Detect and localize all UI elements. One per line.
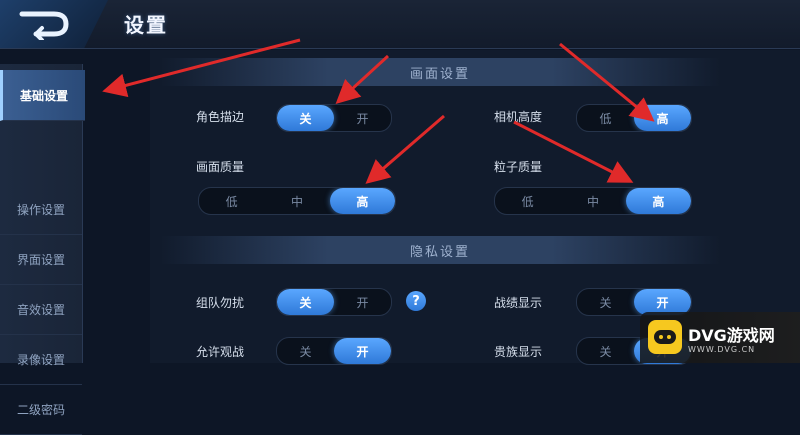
quality-option-mid[interactable]: 中 <box>264 188 329 214</box>
record-option-off[interactable]: 关 <box>577 289 634 315</box>
sidebar-item-secondary-password[interactable]: 二级密码 <box>0 384 82 435</box>
watermark-brand: DVG游戏网 <box>688 326 775 345</box>
allow-watch-label: 允许观战 <box>196 345 245 359</box>
record-display-label: 战绩显示 <box>494 296 543 310</box>
section-header-display: 画面设置 <box>160 58 720 86</box>
top-bar: 设置 <box>0 0 800 49</box>
camera-height-toggle[interactable]: 低 高 <box>576 104 692 132</box>
quality-selector[interactable]: 低 中 高 <box>198 187 396 215</box>
nobility-option-off[interactable]: 关 <box>577 338 634 364</box>
team-dnd-option-on[interactable]: 开 <box>334 289 391 315</box>
particle-quality-selector[interactable]: 低 中 高 <box>494 187 692 215</box>
quality-option-high[interactable]: 高 <box>329 188 395 214</box>
sidebar: 基础设置 操作设置 界面设置 音效设置 录像设置 二级密码 <box>0 64 85 435</box>
watch-option-off[interactable]: 关 <box>277 338 334 364</box>
particle-option-mid[interactable]: 中 <box>560 188 625 214</box>
outline-option-off[interactable]: 关 <box>277 105 334 131</box>
camera-option-high[interactable]: 高 <box>634 105 691 131</box>
particle-quality-label: 粒子质量 <box>494 160 543 174</box>
team-dnd-toggle[interactable]: 关 开 <box>276 288 392 316</box>
outline-option-on[interactable]: 开 <box>334 105 391 131</box>
nobility-display-label: 贵族显示 <box>494 345 543 359</box>
outline-toggle[interactable]: 关 开 <box>276 104 392 132</box>
sidebar-item-basic[interactable]: 基础设置 <box>0 70 85 121</box>
sidebar-item-sound[interactable]: 音效设置 <box>0 284 82 335</box>
camera-option-low[interactable]: 低 <box>577 105 634 131</box>
team-dnd-label: 组队勿扰 <box>196 296 245 310</box>
watermark-url: WWW.DVG.CN <box>688 345 756 354</box>
particle-option-high[interactable]: 高 <box>625 188 691 214</box>
section-header-privacy: 隐私设置 <box>160 236 720 264</box>
quality-label: 画面质量 <box>196 160 245 174</box>
watermark-logo-icon <box>648 320 682 354</box>
quality-option-low[interactable]: 低 <box>199 188 264 214</box>
question-icon[interactable]: ? <box>406 291 426 311</box>
page-title: 设置 <box>124 13 168 37</box>
sidebar-item-replay[interactable]: 录像设置 <box>0 334 82 385</box>
watermark: DVG游戏网 WWW.DVG.CN <box>640 312 800 363</box>
team-dnd-option-off[interactable]: 关 <box>277 289 334 315</box>
back-arrow-icon <box>19 11 69 42</box>
particle-option-low[interactable]: 低 <box>495 188 560 214</box>
allow-watch-toggle[interactable]: 关 开 <box>276 337 392 365</box>
watch-option-on[interactable]: 开 <box>334 338 391 364</box>
back-button[interactable] <box>16 8 72 42</box>
outline-label: 角色描边 <box>196 110 245 124</box>
camera-height-label: 相机高度 <box>494 110 543 124</box>
sidebar-item-interface[interactable]: 界面设置 <box>0 234 82 285</box>
